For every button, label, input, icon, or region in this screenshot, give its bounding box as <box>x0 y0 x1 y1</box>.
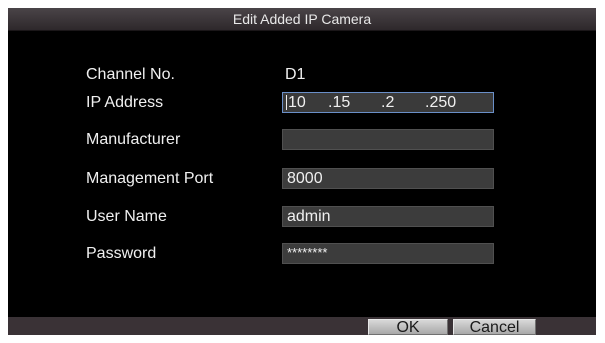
user-name-input[interactable]: admin <box>282 206 494 227</box>
ip-octet-1[interactable]: 10 <box>286 93 306 112</box>
channel-label: Channel No. <box>86 66 175 83</box>
user-name-label: User Name <box>86 208 167 225</box>
password-row: Password ******** <box>8 242 596 266</box>
management-port-label: Management Port <box>86 170 214 187</box>
ip-octet-1-text: 10 <box>288 94 306 111</box>
ip-address-row: IP Address 10 .15 .2 .250 <box>8 91 596 115</box>
manufacturer-label: Manufacturer <box>86 131 181 148</box>
ip-octet-4[interactable]: .250 <box>425 93 456 112</box>
ok-button[interactable]: OK <box>368 319 448 335</box>
ip-address-input[interactable]: 10 .15 .2 .250 <box>282 92 494 113</box>
ip-octet-3[interactable]: .2 <box>381 93 394 112</box>
text-caret <box>286 95 287 111</box>
management-port-row: Management Port 8000 <box>8 167 596 191</box>
password-label: Password <box>86 245 157 262</box>
edit-ip-camera-dialog: Edit Added IP Camera Channel No. D1 IP A… <box>8 8 596 335</box>
dialog-title: Edit Added IP Camera <box>8 8 596 31</box>
ip-address-label: IP Address <box>86 94 164 111</box>
channel-row: Channel No. D1 <box>8 63 596 87</box>
dialog-button-bar: OK Cancel <box>8 317 596 335</box>
password-input[interactable]: ******** <box>282 243 494 264</box>
manufacturer-row: Manufacturer <box>8 128 596 152</box>
management-port-input[interactable]: 8000 <box>282 168 494 189</box>
ip-octet-2[interactable]: .15 <box>328 93 350 112</box>
manufacturer-input[interactable] <box>282 129 494 150</box>
cancel-button[interactable]: Cancel <box>453 319 536 335</box>
channel-value: D1 <box>285 66 306 83</box>
user-name-row: User Name admin <box>8 205 596 229</box>
